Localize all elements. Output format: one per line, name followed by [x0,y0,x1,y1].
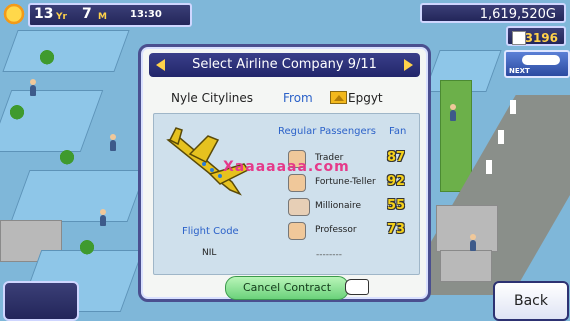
traveler [100,209,106,226]
plane-icon [522,55,560,65]
fan-value: 92 [387,174,406,189]
terminal-floor [10,170,147,222]
points-display: 3196 [506,26,566,46]
fan-value: 73 [387,222,406,237]
from-label: From [283,91,313,105]
passenger-name: Professor [315,225,357,235]
watermark-text: Xaaaaaaa.com [223,159,350,175]
runway-marking [498,130,504,144]
country-name: Epgyt [348,91,383,105]
empty-slot-dashes: -------- [316,250,342,260]
traveler [30,79,36,96]
professor-avatar-icon [288,222,306,240]
terminal-floor [2,30,130,72]
passenger-row: Fortune-Teller 92 [288,174,416,196]
next-arrow-icon[interactable] [404,59,413,71]
dialog-title-bar: Select Airline Company 9/11 [149,53,420,77]
next-label: NEXT [509,67,530,75]
plant [40,50,54,68]
airline-name: Nyle Citylines [171,91,254,105]
points-icon [512,31,526,45]
airline-info-panel: Flight Code NIL Regular Passengers Fan T… [153,113,420,275]
runway-marking [510,100,516,114]
back-button[interactable]: Back [493,281,569,321]
money-display: 1,619,520G [420,3,566,23]
menu-button[interactable] [3,281,79,321]
flight-code-value: NIL [202,248,217,258]
flight-code-label: Flight Code [182,226,239,237]
plant [60,150,74,168]
fan-value: 55 [387,198,406,213]
passenger-name: Fortune-Teller [315,177,376,187]
passenger-row: Professor 73 [288,222,416,244]
traveler [450,104,456,121]
select-airline-dialog: Select Airline Company 9/11 Nyle Citylin… [138,44,431,302]
month-unit: M [98,12,107,22]
year-value: 13 [34,6,54,22]
year-unit: Yr [56,12,67,22]
runway-marking [486,160,492,174]
top-hud: 13 Yr 7 M 13:30 1,619,520G [0,0,570,27]
fan-header: Fan [389,126,407,137]
clock-time: 13:30 [130,9,162,20]
dialog-title: Select Airline Company 9/11 [192,57,377,72]
sun-icon [2,2,26,26]
fan-value: 87 [387,150,406,165]
gate-building [436,205,498,252]
traveler [470,234,476,251]
grass-strip [440,80,472,192]
date-display: 13 Yr 7 M 13:30 [28,3,192,27]
previous-arrow-icon[interactable] [156,59,165,71]
points-value: 3196 [524,31,558,45]
month-value: 7 [82,6,92,22]
country-flag-icon [330,91,347,104]
cancel-contract-button[interactable]: Cancel Contract [225,276,349,300]
next-flight-button[interactable]: NEXT [504,50,570,78]
fortune-teller-avatar-icon [288,174,306,192]
gate-building [440,250,492,282]
plant [80,240,94,258]
passenger-name: Millionaire [315,201,362,211]
plant [10,105,24,123]
regular-passengers-header: Regular Passengers [278,126,376,137]
passenger-row: Millionaire 55 [288,198,416,220]
traveler [110,134,116,151]
pointing-hand-icon [345,279,369,295]
millionaire-avatar-icon [288,198,310,216]
